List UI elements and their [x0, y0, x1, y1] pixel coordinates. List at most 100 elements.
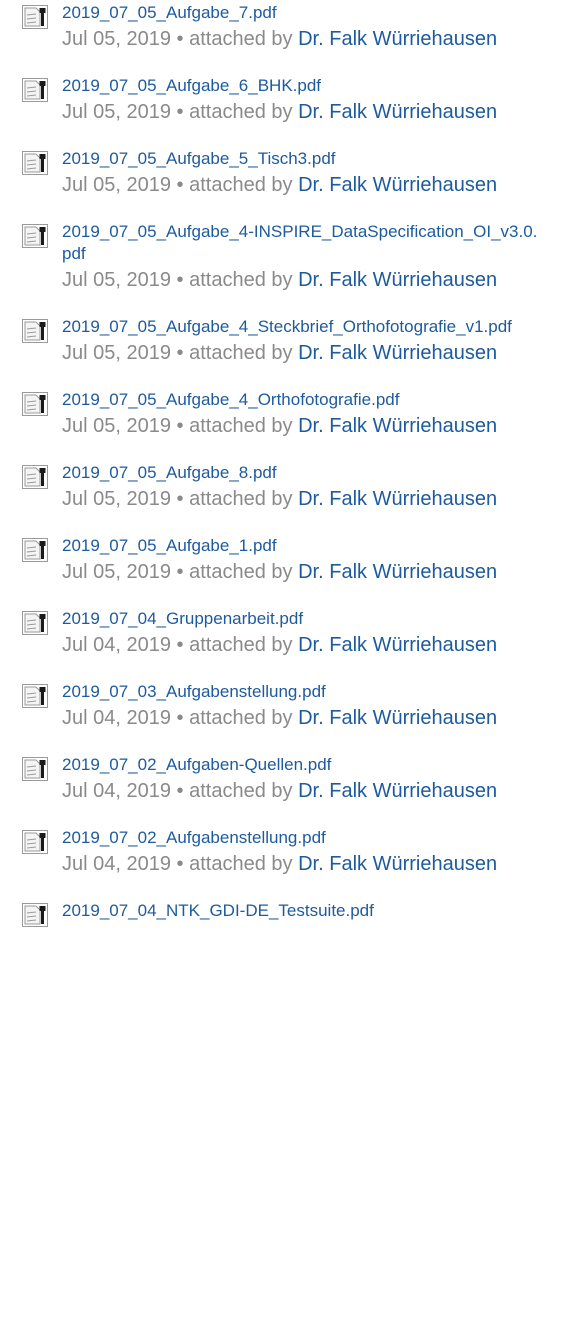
meta-separator: •: [176, 28, 184, 50]
attached-by-label: attached by: [189, 707, 293, 729]
attachment-meta: Jul 04, 2019 • attached by Dr. Falk Würr…: [62, 849, 578, 878]
attachment-date: Jul 05, 2019: [62, 174, 171, 196]
attachment-meta: Jul 05, 2019 • attached by Dr. Falk Würr…: [62, 338, 578, 367]
pdf-file-icon: [22, 224, 48, 248]
attached-by-label: attached by: [189, 853, 293, 875]
attachment-date: Jul 05, 2019: [62, 488, 171, 510]
attachment-item: 2019_07_05_Aufgabe_4-INSPIRE_DataSpecifi…: [0, 219, 578, 294]
pdf-file-icon: [22, 392, 48, 416]
pdf-file-icon: [22, 78, 48, 102]
pdf-file-icon: [22, 903, 48, 927]
attached-by-label: attached by: [189, 488, 293, 510]
author-link[interactable]: Dr. Falk Würriehausen: [298, 101, 497, 123]
meta-separator: •: [176, 174, 184, 196]
attachment-item: 2019_07_02_Aufgabenstellung.pdf Jul 04, …: [0, 825, 578, 878]
attachment-filename-link[interactable]: 2019_07_02_Aufgabenstellung.pdf: [62, 827, 542, 849]
attachment-item: 2019_07_05_Aufgabe_8.pdf Jul 05, 2019 • …: [0, 460, 578, 513]
author-link[interactable]: Dr. Falk Würriehausen: [298, 415, 497, 437]
pdf-file-icon: [22, 5, 48, 29]
pdf-file-icon: [22, 684, 48, 708]
attachment-list: 2019_07_05_Aufgabe_7.pdf Jul 05, 2019 • …: [0, 0, 578, 942]
attachment-filename-link[interactable]: 2019_07_05_Aufgabe_1.pdf: [62, 535, 542, 557]
attachment-date: Jul 05, 2019: [62, 342, 171, 364]
attachment-filename-link[interactable]: 2019_07_04_Gruppenarbeit.pdf: [62, 608, 542, 630]
attachment-date: Jul 05, 2019: [62, 415, 171, 437]
pdf-file-icon: [22, 757, 48, 781]
pdf-file-icon: [22, 611, 48, 635]
attachment-filename-link[interactable]: 2019_07_05_Aufgabe_4-INSPIRE_DataSpecifi…: [62, 221, 542, 265]
attachment-filename-link[interactable]: 2019_07_03_Aufgabenstellung.pdf: [62, 681, 542, 703]
meta-separator: •: [176, 488, 184, 510]
attachment-meta: Jul 05, 2019 • attached by Dr. Falk Würr…: [62, 97, 578, 126]
attachment-filename-link[interactable]: 2019_07_05_Aufgabe_7.pdf: [62, 2, 542, 24]
pdf-file-icon: [22, 319, 48, 343]
attached-by-label: attached by: [189, 780, 293, 802]
author-link[interactable]: Dr. Falk Würriehausen: [298, 174, 497, 196]
attachment-filename-link[interactable]: 2019_07_02_Aufgaben-Quellen.pdf: [62, 754, 542, 776]
attachment-filename-link[interactable]: 2019_07_04_NTK_GDI-DE_Testsuite.pdf: [62, 900, 542, 922]
attachment-filename-link[interactable]: 2019_07_05_Aufgabe_4_Orthofotografie.pdf: [62, 389, 542, 411]
attachment-date: Jul 05, 2019: [62, 269, 171, 291]
attachment-meta: Jul 04, 2019 • attached by Dr. Falk Würr…: [62, 776, 578, 805]
attached-by-label: attached by: [189, 415, 293, 437]
attachment-meta: Jul 05, 2019 • attached by Dr. Falk Würr…: [62, 24, 578, 53]
meta-separator: •: [176, 707, 184, 729]
attachment-item: 2019_07_05_Aufgabe_7.pdf Jul 05, 2019 • …: [0, 0, 578, 53]
author-link[interactable]: Dr. Falk Würriehausen: [298, 342, 497, 364]
meta-separator: •: [176, 269, 184, 291]
attached-by-label: attached by: [189, 269, 293, 291]
attachment-date: Jul 04, 2019: [62, 707, 171, 729]
attachment-meta: Jul 05, 2019 • attached by Dr. Falk Würr…: [62, 170, 578, 199]
attachment-date: Jul 04, 2019: [62, 634, 171, 656]
attachment-meta: Jul 05, 2019 • attached by Dr. Falk Würr…: [62, 484, 578, 513]
attachment-item: 2019_07_04_NTK_GDI-DE_Testsuite.pdf: [0, 898, 578, 927]
meta-separator: •: [176, 101, 184, 123]
attachment-date: Jul 04, 2019: [62, 853, 171, 875]
attachment-filename-link[interactable]: 2019_07_05_Aufgabe_8.pdf: [62, 462, 542, 484]
attached-by-label: attached by: [189, 101, 293, 123]
pdf-file-icon: [22, 830, 48, 854]
attached-by-label: attached by: [189, 342, 293, 364]
pdf-file-icon: [22, 151, 48, 175]
author-link[interactable]: Dr. Falk Würriehausen: [298, 269, 497, 291]
attachment-item: 2019_07_04_Gruppenarbeit.pdf Jul 04, 201…: [0, 606, 578, 659]
meta-separator: •: [176, 634, 184, 656]
attachment-item: 2019_07_05_Aufgabe_6_BHK.pdf Jul 05, 201…: [0, 73, 578, 126]
author-link[interactable]: Dr. Falk Würriehausen: [298, 561, 497, 583]
author-link[interactable]: Dr. Falk Würriehausen: [298, 780, 497, 802]
meta-separator: •: [176, 415, 184, 437]
attachment-filename-link[interactable]: 2019_07_05_Aufgabe_6_BHK.pdf: [62, 75, 542, 97]
attachment-meta: Jul 05, 2019 • attached by Dr. Falk Würr…: [62, 411, 578, 440]
meta-separator: •: [176, 853, 184, 875]
author-link[interactable]: Dr. Falk Würriehausen: [298, 853, 497, 875]
attachment-filename-link[interactable]: 2019_07_05_Aufgabe_4_Steckbrief_Orthofot…: [62, 316, 542, 338]
attached-by-label: attached by: [189, 561, 293, 583]
attachment-item: 2019_07_05_Aufgabe_5_Tisch3.pdf Jul 05, …: [0, 146, 578, 199]
attachment-item: 2019_07_05_Aufgabe_1.pdf Jul 05, 2019 • …: [0, 533, 578, 586]
meta-separator: •: [176, 342, 184, 364]
attachment-meta: Jul 04, 2019 • attached by Dr. Falk Würr…: [62, 703, 578, 732]
attached-by-label: attached by: [189, 28, 293, 50]
meta-separator: •: [176, 561, 184, 583]
attachment-filename-link[interactable]: 2019_07_05_Aufgabe_5_Tisch3.pdf: [62, 148, 542, 170]
attachment-date: Jul 04, 2019: [62, 780, 171, 802]
attachment-item: 2019_07_02_Aufgaben-Quellen.pdf Jul 04, …: [0, 752, 578, 805]
pdf-file-icon: [22, 538, 48, 562]
attachment-item: 2019_07_05_Aufgabe_4_Steckbrief_Orthofot…: [0, 314, 578, 367]
attachment-meta: Jul 05, 2019 • attached by Dr. Falk Würr…: [62, 557, 578, 586]
attachment-date: Jul 05, 2019: [62, 101, 171, 123]
meta-separator: •: [176, 780, 184, 802]
attachment-meta: Jul 04, 2019 • attached by Dr. Falk Würr…: [62, 630, 578, 659]
author-link[interactable]: Dr. Falk Würriehausen: [298, 28, 497, 50]
attachment-item: 2019_07_03_Aufgabenstellung.pdf Jul 04, …: [0, 679, 578, 732]
attached-by-label: attached by: [189, 634, 293, 656]
author-link[interactable]: Dr. Falk Würriehausen: [298, 488, 497, 510]
author-link[interactable]: Dr. Falk Würriehausen: [298, 634, 497, 656]
author-link[interactable]: Dr. Falk Würriehausen: [298, 707, 497, 729]
attachment-date: Jul 05, 2019: [62, 561, 171, 583]
attached-by-label: attached by: [189, 174, 293, 196]
pdf-file-icon: [22, 465, 48, 489]
attachment-date: Jul 05, 2019: [62, 28, 171, 50]
attachment-item: 2019_07_05_Aufgabe_4_Orthofotografie.pdf…: [0, 387, 578, 440]
attachment-meta: Jul 05, 2019 • attached by Dr. Falk Würr…: [62, 265, 578, 294]
